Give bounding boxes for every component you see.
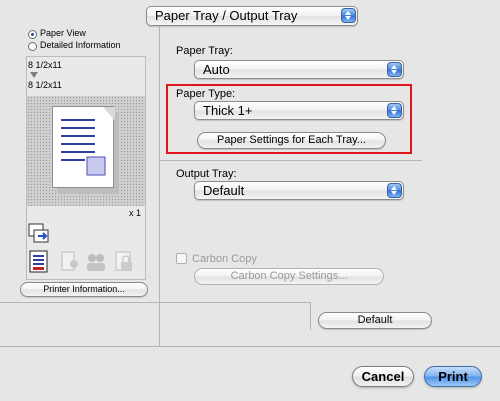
output-tray-popup[interactable]: Default [194,181,404,200]
popup-arrows-icon [387,62,402,77]
paper-tray-label: Paper Tray: [176,45,233,57]
default-label: Default [357,314,393,326]
source-size-label: 8 1/2x11 [28,60,62,70]
section-popup-label: Paper Tray / Output Tray [155,8,298,23]
paper-type-popup[interactable]: Thick 1+ [194,101,404,120]
default-vdivider [310,302,311,330]
paper-type-value: Thick 1+ [203,103,253,118]
users-icon [85,250,107,274]
user-icon [60,250,80,274]
lock-document-icon [113,250,135,274]
settings-divider [160,160,422,161]
section-popup[interactable]: Paper Tray / Output Tray [146,6,358,26]
footer-divider [0,346,500,347]
paper-view-label: Paper View [40,28,86,38]
size-arrow-icon [30,72,38,78]
carbon-copy-label: Carbon Copy [192,253,257,265]
sidebar-divider [159,26,160,346]
default-button[interactable]: Default [318,312,432,329]
detailed-info-label: Detailed Information [40,40,121,50]
printer-information-button[interactable]: Printer Information... [20,282,148,297]
carbon-copy-settings-button[interactable]: Carbon Copy Settings... [194,268,384,285]
output-size-label: 8 1/2x11 [28,80,62,90]
paper-type-label: Paper Type: [176,88,236,100]
printer-output-icon [28,222,52,244]
carbon-copy-checkbox[interactable] [176,253,187,264]
popup-arrows-icon [341,8,356,23]
document-icon [29,250,49,274]
output-tray-value: Default [203,183,245,198]
carbon-copy-settings-label: Carbon Copy Settings... [230,270,348,282]
copies-label: x 1 [129,208,142,218]
print-label: Print [438,369,468,384]
paper-view-radio[interactable] [28,30,37,39]
detailed-info-radio[interactable] [28,42,37,51]
paper-tray-popup[interactable]: Auto [194,60,404,79]
printer-information-label: Printer Information... [43,284,125,294]
print-button[interactable]: Print [424,366,482,387]
default-divider [0,302,310,303]
paper-tray-value: Auto [203,62,230,77]
output-tray-label: Output Tray: [176,168,237,180]
popup-arrows-icon [387,183,402,198]
cancel-button[interactable]: Cancel [352,366,414,387]
popup-arrows-icon [387,103,402,118]
paper-settings-label: Paper Settings for Each Tray... [217,134,366,146]
cancel-label: Cancel [361,369,405,384]
page-lines-icon [61,107,115,176]
paper-settings-button[interactable]: Paper Settings for Each Tray... [197,132,386,149]
page-sheet [52,106,115,188]
